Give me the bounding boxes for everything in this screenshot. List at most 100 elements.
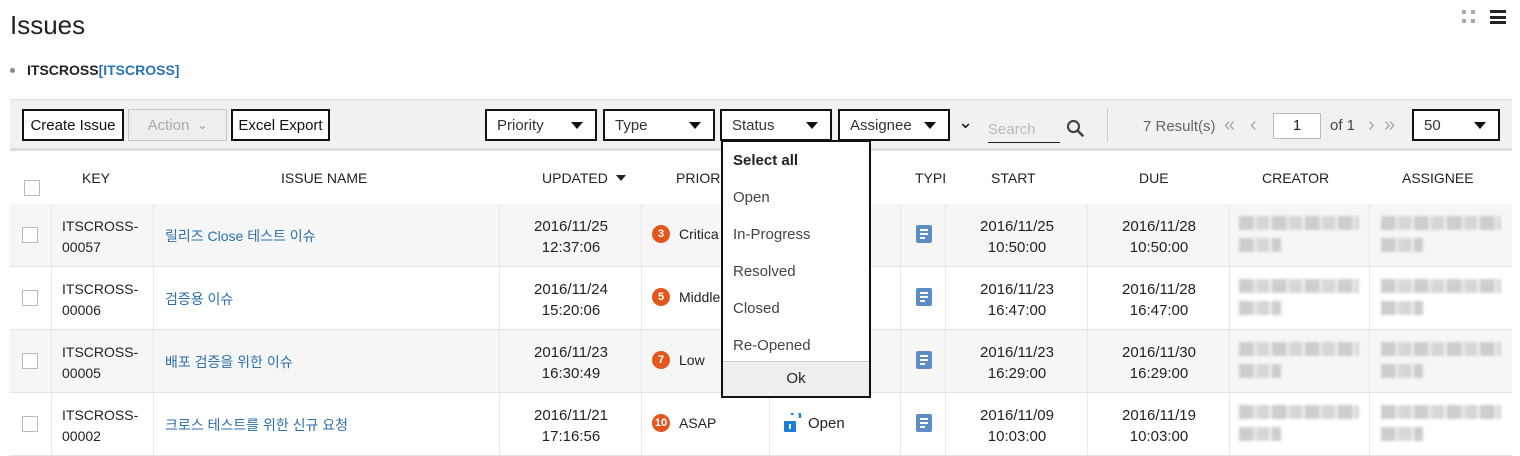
updated-date: 2016/11/23: [534, 344, 608, 361]
first-page-icon[interactable]: «: [1224, 114, 1235, 137]
bullet-icon: [10, 67, 15, 73]
header-assignee[interactable]: ASSIGNEE: [1402, 170, 1474, 186]
issue-key-line1: ITSCROSS-: [62, 407, 139, 423]
unlock-icon: [784, 413, 802, 432]
select-all-checkbox[interactable]: [24, 180, 40, 196]
caret-down-icon: [1474, 122, 1486, 129]
type-cell: [900, 330, 945, 392]
type-cell: [900, 393, 945, 455]
start-cell: 2016/11/23 16:47:00: [945, 267, 1087, 329]
prev-page-icon[interactable]: ‹: [1250, 114, 1257, 137]
start-cell: 2016/11/09 10:03:00: [945, 393, 1087, 455]
issue-name-link[interactable]: 크로스 테스트를 위한 신규 요청: [165, 415, 348, 435]
issue-key-line2: 00006: [62, 302, 101, 318]
table-row[interactable]: ITSCROSS- 00002 크로스 테스트를 위한 신규 요청 2016/11…: [10, 393, 1512, 456]
issue-name-link[interactable]: 릴리즈 Close 테스트 이슈: [165, 226, 316, 246]
last-page-icon[interactable]: »: [1384, 114, 1395, 137]
issue-key: ITSCROSS- 00002: [62, 405, 138, 447]
result-count: 7 Result(s): [1143, 118, 1216, 135]
excel-export-button[interactable]: Excel Export: [231, 109, 330, 141]
assignee-cell: [1369, 267, 1512, 329]
header-type[interactable]: TYPI: [915, 170, 946, 186]
assignee-filter[interactable]: Assignee: [838, 109, 950, 141]
create-issue-button[interactable]: Create Issue: [22, 109, 124, 141]
search-icon[interactable]: [1066, 119, 1084, 137]
project-name: ITSCROSS: [27, 62, 99, 78]
issue-key-line1: ITSCROSS-: [62, 344, 139, 360]
row-checkbox[interactable]: [22, 290, 38, 306]
header-creator[interactable]: CREATOR: [1262, 170, 1329, 186]
blurred-assignee: [1381, 405, 1501, 419]
priority-label: Critica: [679, 226, 719, 242]
page-size-select[interactable]: 50: [1412, 109, 1500, 141]
caret-down-icon: [924, 122, 936, 129]
type-task-icon[interactable]: [916, 288, 932, 306]
project-breadcrumb: ITSCROSS [ITSCROSS]: [10, 62, 179, 78]
type-cell: [900, 267, 945, 329]
priority-filter[interactable]: Priority: [485, 109, 597, 141]
select-all-option[interactable]: Select all: [733, 152, 798, 169]
menu-icon[interactable]: [1490, 10, 1506, 24]
priority-label: Middle: [679, 289, 721, 305]
more-filters-chevron-icon[interactable]: ⌄: [958, 112, 973, 133]
header-updated[interactable]: UPDATED: [542, 170, 626, 186]
updated-time: 15:20:06: [541, 302, 601, 319]
priority-badge: 3: [652, 225, 670, 243]
action-button[interactable]: Action ⌄: [128, 109, 227, 141]
status-option-closed[interactable]: Closed: [733, 300, 780, 317]
ok-button[interactable]: Ok: [723, 361, 869, 396]
due-date: 2016/11/19: [1122, 407, 1196, 424]
row-checkbox[interactable]: [22, 416, 38, 432]
due-cell: 2016/11/28 10:50:00: [1087, 204, 1229, 266]
status-option-open[interactable]: Open: [733, 189, 770, 206]
header-key[interactable]: KEY: [82, 170, 110, 186]
updated-time: 17:16:56: [541, 428, 601, 445]
status-filter[interactable]: Status: [720, 109, 832, 141]
due-cell: 2016/11/19 10:03:00: [1087, 393, 1229, 455]
search-input[interactable]: [988, 116, 1060, 143]
assignee-cell: [1369, 330, 1512, 392]
row-checkbox[interactable]: [22, 227, 38, 243]
issue-name-link[interactable]: 배포 검증을 위한 이슈: [165, 352, 293, 372]
caret-down-icon: [689, 122, 701, 129]
priority-badge: 10: [652, 414, 670, 432]
status-option-in-progress[interactable]: In-Progress: [733, 226, 811, 243]
due-datetime: 2016/11/19 10:03:00: [1088, 405, 1230, 447]
blurred-creator: [1239, 364, 1281, 378]
blurred-creator: [1239, 238, 1281, 252]
start-date: 2016/11/23: [980, 281, 1054, 298]
creator-cell: [1229, 204, 1369, 266]
project-key-link[interactable]: [ITSCROSS]: [99, 62, 180, 78]
type-task-icon[interactable]: [916, 351, 932, 369]
page-number-input[interactable]: 1: [1273, 113, 1321, 139]
header-due[interactable]: DUE: [1139, 170, 1169, 186]
key-cell: ITSCROSS- 00006: [51, 267, 153, 329]
priority-cell: 10 ASAP: [641, 393, 769, 455]
due-datetime: 2016/11/28 10:50:00: [1088, 216, 1230, 258]
priority-filter-label: Priority: [497, 116, 544, 134]
next-page-icon[interactable]: ›: [1368, 114, 1375, 137]
priority-badge: 7: [652, 351, 670, 369]
status-option-re-opened[interactable]: Re-Opened: [733, 337, 811, 354]
type-task-icon[interactable]: [916, 414, 932, 432]
top-icons: [1462, 10, 1506, 24]
updated-cell: 2016/11/23 16:30:49: [499, 330, 641, 392]
issue-name-link[interactable]: 검증용 이슈: [165, 289, 233, 309]
name-cell: 릴리즈 Close 테스트 이슈: [153, 204, 499, 266]
header-priority[interactable]: PRIOR: [676, 170, 720, 186]
grid-icon[interactable]: [1462, 10, 1476, 24]
name-cell: 배포 검증을 위한 이슈: [153, 330, 499, 392]
blurred-creator: [1239, 301, 1281, 315]
header-start[interactable]: START: [991, 170, 1036, 186]
issue-key-line1: ITSCROSS-: [62, 218, 139, 234]
updated-date: 2016/11/25: [534, 218, 608, 235]
blurred-assignee: [1381, 342, 1501, 356]
updated-cell: 2016/11/24 15:20:06: [499, 267, 641, 329]
row-checkbox[interactable]: [22, 353, 38, 369]
status-option-resolved[interactable]: Resolved: [733, 263, 796, 280]
updated-datetime: 2016/11/21 17:16:56: [500, 405, 642, 447]
issue-key: ITSCROSS- 00057: [62, 216, 138, 258]
header-issue-name[interactable]: ISSUE NAME: [281, 170, 367, 186]
type-filter[interactable]: Type: [603, 109, 715, 141]
type-task-icon[interactable]: [916, 225, 932, 243]
